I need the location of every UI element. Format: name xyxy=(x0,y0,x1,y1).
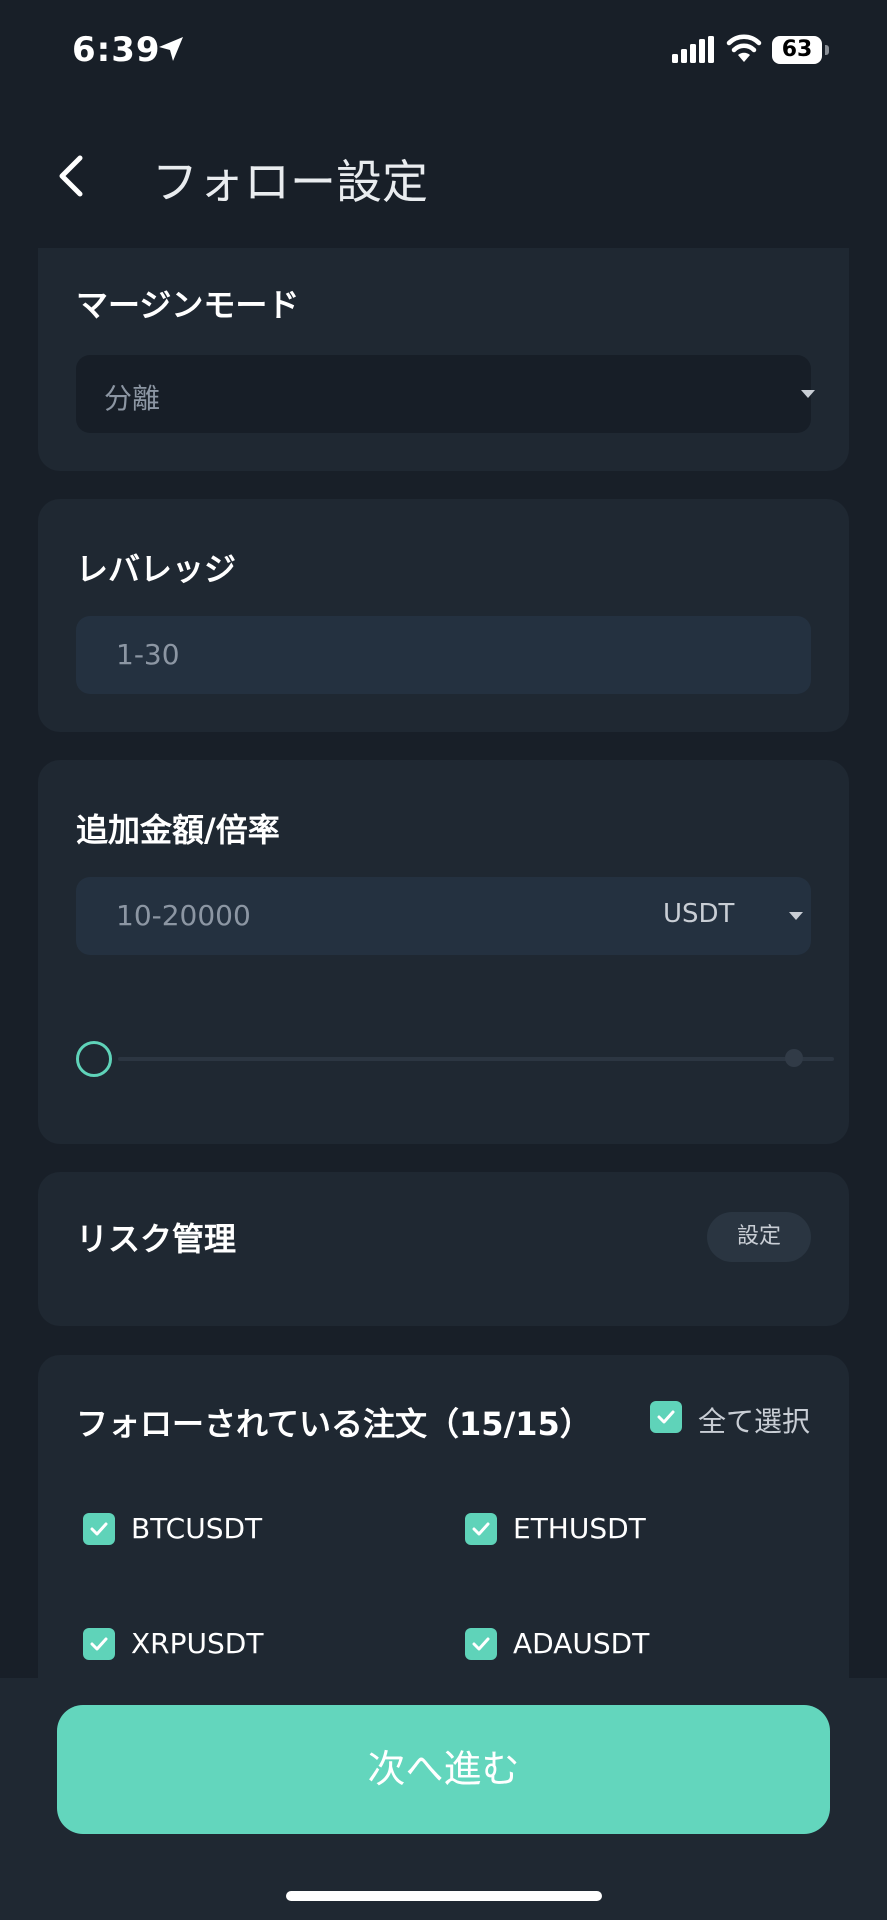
pair-checkbox[interactable] xyxy=(83,1513,115,1545)
status-time: 6:39 xyxy=(72,30,161,70)
pair-checkbox[interactable] xyxy=(83,1628,115,1660)
amount-card: 追加金額/倍率 10-20000 USDT xyxy=(38,760,849,1144)
signal-icon xyxy=(672,36,714,63)
amount-slider-track[interactable] xyxy=(118,1057,834,1061)
page-title: フォロー設定 xyxy=(152,155,428,209)
home-indicator[interactable] xyxy=(286,1891,602,1901)
location-arrow-icon xyxy=(159,37,183,61)
leverage-title: レバレッジ xyxy=(76,550,237,588)
checkmark-icon xyxy=(472,1522,490,1536)
risk-card: リスク管理 設定 xyxy=(38,1172,849,1326)
slider-end-dot xyxy=(785,1049,803,1067)
wifi-icon xyxy=(726,34,762,62)
orders-title: フォローされている注文（15/15） xyxy=(76,1405,592,1443)
margin-mode-select[interactable]: 分離 xyxy=(76,355,815,433)
margin-mode-card: マージンモード 分離 xyxy=(38,248,849,471)
select-all-checkbox[interactable] xyxy=(650,1401,682,1433)
select-all-label: 全て選択 xyxy=(698,1405,811,1438)
checkmark-icon xyxy=(472,1637,490,1651)
battery-level: 63 xyxy=(772,36,822,64)
pair-label: XRPUSDT xyxy=(131,1627,264,1660)
status-bar: 6:39 63 xyxy=(0,0,887,100)
leverage-placeholder: 1-30 xyxy=(116,638,180,671)
pair-checkbox[interactable] xyxy=(465,1513,497,1545)
next-button[interactable]: 次へ進む xyxy=(57,1705,830,1834)
caret-down-icon xyxy=(801,390,815,398)
checkmark-icon xyxy=(90,1522,108,1536)
unit-selector[interactable]: USDT xyxy=(663,899,734,929)
checkmark-icon xyxy=(90,1637,108,1651)
leverage-card: レバレッジ 1-30 xyxy=(38,499,849,732)
header: フォロー設定 xyxy=(0,130,887,220)
amount-input[interactable]: 10-20000 USDT xyxy=(76,877,811,955)
battery-tip xyxy=(825,45,829,55)
pair-checkbox[interactable] xyxy=(465,1628,497,1660)
margin-mode-value: 分離 xyxy=(104,382,161,415)
amount-title: 追加金額/倍率 xyxy=(76,811,280,849)
risk-title: リスク管理 xyxy=(76,1220,237,1258)
pair-label: BTCUSDT xyxy=(131,1512,263,1545)
caret-down-icon xyxy=(789,912,803,920)
battery-icon: 63 xyxy=(772,36,830,64)
checkmark-icon xyxy=(657,1410,675,1424)
leverage-input[interactable]: 1-30 xyxy=(76,616,811,694)
amount-slider-thumb[interactable] xyxy=(76,1041,112,1077)
pair-label: ETHUSDT xyxy=(513,1512,646,1545)
back-chevron-icon[interactable] xyxy=(52,152,92,200)
margin-mode-title: マージンモード xyxy=(76,286,300,324)
amount-placeholder: 10-20000 xyxy=(116,899,251,932)
pair-label: ADAUSDT xyxy=(513,1627,650,1660)
risk-settings-button[interactable]: 設定 xyxy=(707,1212,811,1262)
